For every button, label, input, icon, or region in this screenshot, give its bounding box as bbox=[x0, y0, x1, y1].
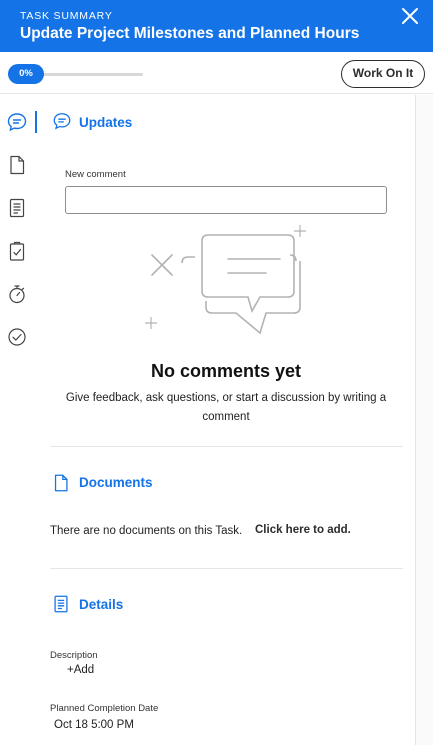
task-summary-content: Updates New comment No comments yet Give… bbox=[40, 95, 415, 745]
work-on-it-button[interactable]: Work On It bbox=[341, 60, 425, 88]
new-comment-label: New comment bbox=[65, 169, 126, 180]
active-section-indicator bbox=[35, 111, 37, 133]
progress-badge[interactable]: 0% bbox=[8, 64, 44, 84]
document-icon[interactable] bbox=[6, 154, 28, 176]
documents-heading[interactable]: Documents bbox=[79, 475, 153, 490]
task-title: Update Project Milestones and Planned Ho… bbox=[20, 25, 360, 42]
section-divider bbox=[50, 446, 403, 447]
add-document-link[interactable]: Click here to add. bbox=[255, 524, 351, 536]
planned-completion-value[interactable]: Oct 18 5:00 PM bbox=[54, 719, 134, 731]
comment-icon bbox=[53, 113, 71, 130]
no-comments-title: No comments yet bbox=[150, 361, 302, 381]
new-comment-input[interactable] bbox=[65, 186, 387, 214]
document-icon bbox=[54, 474, 68, 492]
no-comments-subtitle: Give feedback, ask questions, or start a… bbox=[65, 392, 387, 423]
description-label: Description bbox=[50, 650, 98, 661]
comment-icon[interactable] bbox=[6, 111, 28, 133]
section-nav-rail bbox=[0, 95, 40, 745]
details-icon bbox=[54, 595, 68, 613]
close-icon[interactable] bbox=[401, 7, 419, 25]
no-comments-illustration bbox=[145, 225, 306, 335]
planned-completion-label: Planned Completion Date bbox=[50, 703, 159, 714]
checklist-icon[interactable] bbox=[6, 240, 28, 262]
details-heading[interactable]: Details bbox=[79, 597, 123, 612]
section-divider bbox=[50, 568, 403, 569]
no-documents-text: There are no documents on this Task. bbox=[50, 525, 243, 537]
add-description-link[interactable]: +Add bbox=[67, 664, 94, 676]
approval-check-icon[interactable] bbox=[6, 326, 28, 348]
task-summary-header: TASK SUMMARY Update Project Milestones a… bbox=[0, 0, 433, 52]
updates-heading[interactable]: Updates bbox=[79, 115, 132, 130]
details-icon[interactable] bbox=[6, 197, 28, 219]
stopwatch-icon[interactable] bbox=[6, 283, 28, 305]
header-kicker: TASK SUMMARY bbox=[20, 10, 113, 22]
scrollbar[interactable] bbox=[415, 95, 433, 745]
progress-toolbar: 0% Work On It bbox=[0, 52, 433, 94]
